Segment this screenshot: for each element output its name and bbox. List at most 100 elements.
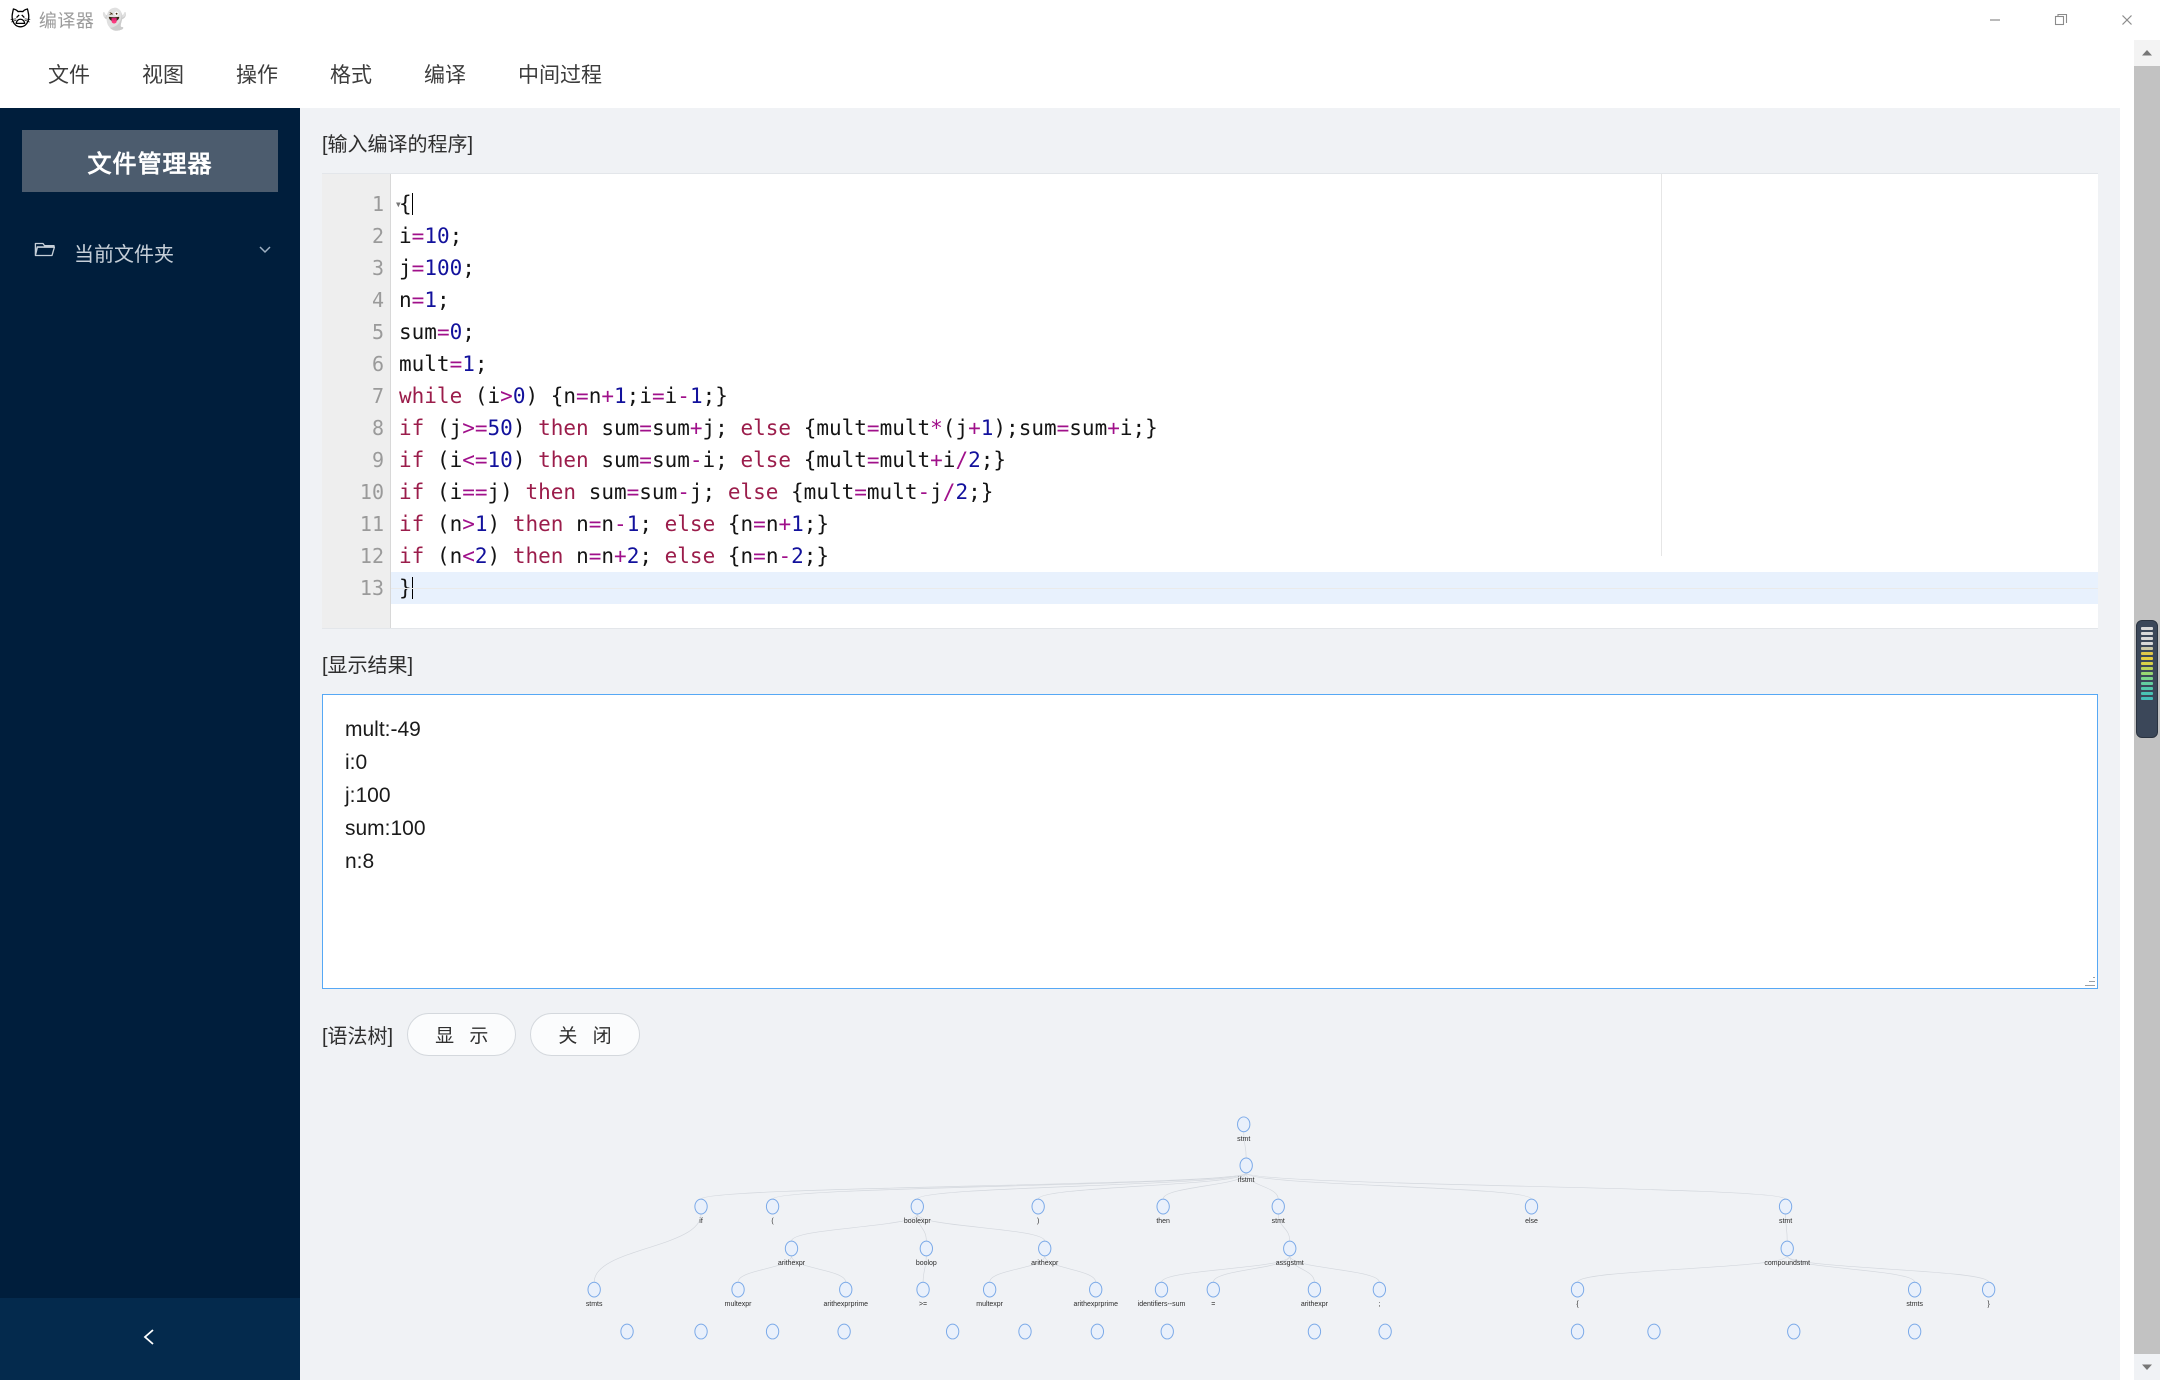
tree-node-circle[interactable]: [620, 1323, 634, 1340]
tree-node-circle[interactable]: [1154, 1281, 1169, 1298]
tree-node-circle[interactable]: [1307, 1281, 1322, 1298]
tree-node-circle[interactable]: [1018, 1323, 1032, 1340]
tree-node-circle[interactable]: [945, 1323, 960, 1340]
tree-node-circle[interactable]: [982, 1281, 997, 1298]
tree-node-circle[interactable]: [765, 1198, 780, 1215]
line-number[interactable]: 5: [322, 316, 390, 348]
code-line[interactable]: while (i>0) {n=n+1;i=i-1;}: [391, 380, 2098, 412]
menu-compile[interactable]: 编译: [398, 51, 492, 97]
code-line[interactable]: if (n>1) then n=n-1; else {n=n+1;}: [391, 508, 2098, 540]
tree-node-circle[interactable]: [839, 1281, 853, 1298]
tree-node[interactable]: else: [1524, 1198, 1539, 1225]
tree-node-circle[interactable]: [1570, 1323, 1585, 1340]
result-output-box[interactable]: mult:-49 i:0 j:100 sum:100 n:8: [322, 694, 2098, 989]
tree-node-circle[interactable]: [694, 1198, 708, 1215]
code-line[interactable]: mult=1;: [391, 348, 2098, 380]
tree-node-circle[interactable]: [765, 1323, 780, 1340]
line-number[interactable]: 2: [322, 220, 390, 252]
menu-view[interactable]: 视图: [116, 51, 210, 97]
tree-node[interactable]: ): [1031, 1198, 1045, 1225]
code-editor[interactable]: 1 ▾ 2 3 4 5 6 7 8 9 10 11 12 13 { i=10; j…: [322, 173, 2098, 629]
tree-node-circle[interactable]: [837, 1323, 851, 1340]
tree-node[interactable]: }: [1981, 1281, 1996, 1308]
code-line[interactable]: sum=0;: [391, 316, 2098, 348]
tree-node[interactable]: arithexprprime: [823, 1281, 868, 1308]
tree-node[interactable]: multexpr: [725, 1281, 752, 1308]
tree-node-circle[interactable]: [1981, 1281, 1996, 1298]
tree-node[interactable]: multexpr: [976, 1281, 1004, 1308]
tree-node-circle[interactable]: [784, 1240, 799, 1257]
tree-node[interactable]: stmt: [1271, 1198, 1285, 1225]
tree-node-circle[interactable]: [1647, 1323, 1661, 1340]
tree-node[interactable]: boolexpr: [904, 1198, 931, 1225]
tree-node-circle[interactable]: [1089, 1281, 1103, 1298]
tree-node-circle[interactable]: [1307, 1323, 1322, 1340]
tree-node-circle[interactable]: [1778, 1198, 1793, 1215]
tree-node-circle[interactable]: [1372, 1281, 1387, 1298]
line-number[interactable]: 8: [322, 412, 390, 444]
line-number[interactable]: 12: [322, 540, 390, 572]
tree-node-circle[interactable]: [1907, 1323, 1922, 1340]
tree-node[interactable]: arithexpr: [1301, 1281, 1329, 1308]
code-line[interactable]: i=10;: [391, 220, 2098, 252]
tree-node-circle[interactable]: [1283, 1240, 1297, 1257]
syntax-tree-graph[interactable]: stmt ifstmt if (boolexpr) then stmt else stmt ar…: [322, 1078, 2098, 1368]
tree-node-circle[interactable]: [1237, 1116, 1251, 1133]
menu-action[interactable]: 操作: [210, 51, 304, 97]
tree-node-circle[interactable]: [1206, 1281, 1220, 1298]
sidebar-header-file-manager[interactable]: 文件管理器: [22, 130, 278, 192]
tree-node-circle[interactable]: [1038, 1240, 1052, 1257]
tree-node-circle[interactable]: [1031, 1198, 1045, 1215]
tree-node[interactable]: stmt: [1778, 1198, 1793, 1225]
scroll-up-button[interactable]: [2134, 40, 2160, 66]
tree-node-circle[interactable]: [1524, 1198, 1539, 1215]
menu-format[interactable]: 格式: [304, 51, 398, 97]
code-line[interactable]: if (i<=10) then sum=sum-i; else {mult=mu…: [391, 444, 2098, 476]
tree-node-circle[interactable]: [1907, 1281, 1922, 1298]
tree-node[interactable]: {: [1570, 1281, 1585, 1308]
tree-node[interactable]: >=: [916, 1281, 930, 1308]
tree-node[interactable]: arithexprprime: [1073, 1281, 1118, 1308]
tree-node-circle[interactable]: [1378, 1323, 1392, 1340]
code-line[interactable]: j=100;: [391, 252, 2098, 284]
menu-intermediate[interactable]: 中间过程: [492, 51, 628, 97]
tree-node[interactable]: =: [1206, 1281, 1220, 1308]
tree-node[interactable]: stmts: [1906, 1281, 1923, 1308]
line-number[interactable]: 11: [322, 508, 390, 540]
show-tree-button[interactable]: 显 示: [407, 1013, 517, 1056]
tree-node-circle[interactable]: [1271, 1198, 1285, 1215]
tree-node-circle[interactable]: [731, 1281, 745, 1298]
tree-node[interactable]: identifiers--sum: [1138, 1281, 1186, 1308]
tree-node-circle[interactable]: [1090, 1323, 1105, 1340]
line-number[interactable]: 4: [322, 284, 390, 316]
menu-file[interactable]: 文件: [22, 51, 116, 97]
close-tree-button[interactable]: 关 闭: [530, 1013, 640, 1056]
line-number[interactable]: 3: [322, 252, 390, 284]
code-text-area[interactable]: { i=10; j=100; n=1; sum=0; mult=1; while…: [390, 174, 2098, 628]
tree-node[interactable]: boolop: [916, 1240, 937, 1267]
tree-node[interactable]: stmt: [1237, 1116, 1251, 1143]
line-number[interactable]: 13: [322, 572, 390, 604]
code-line[interactable]: {: [391, 188, 2098, 220]
chevron-down-icon[interactable]: [256, 240, 274, 264]
tree-node-circle[interactable]: [1780, 1240, 1794, 1257]
tree-node-circle[interactable]: [910, 1198, 924, 1215]
tree-node[interactable]: then: [1156, 1198, 1170, 1225]
sidebar-collapse-button[interactable]: [0, 1298, 300, 1380]
tree-node-circle[interactable]: [1787, 1323, 1801, 1340]
scroll-down-button[interactable]: [2134, 1354, 2160, 1380]
tree-node-circle[interactable]: [1160, 1323, 1174, 1340]
line-number[interactable]: 6: [322, 348, 390, 380]
tree-node[interactable]: arithexpr: [778, 1240, 806, 1267]
scrollbar-thumb[interactable]: [2136, 620, 2158, 738]
tree-node-circle[interactable]: [916, 1281, 930, 1298]
vertical-scrollbar[interactable]: [2134, 40, 2160, 1380]
tree-node-circle[interactable]: [1239, 1157, 1253, 1174]
sidebar-item-current-folder[interactable]: 当前文件夹: [0, 226, 300, 278]
tree-node[interactable]: arithexpr: [1031, 1240, 1059, 1267]
tree-node[interactable]: ;: [1372, 1281, 1387, 1308]
tree-node[interactable]: if: [694, 1198, 708, 1225]
tree-node[interactable]: ifstmt: [1238, 1157, 1255, 1184]
tree-node-circle[interactable]: [919, 1240, 933, 1257]
code-line[interactable]: if (n<2) then n=n+2; else {n=n-2;}: [391, 540, 2098, 572]
